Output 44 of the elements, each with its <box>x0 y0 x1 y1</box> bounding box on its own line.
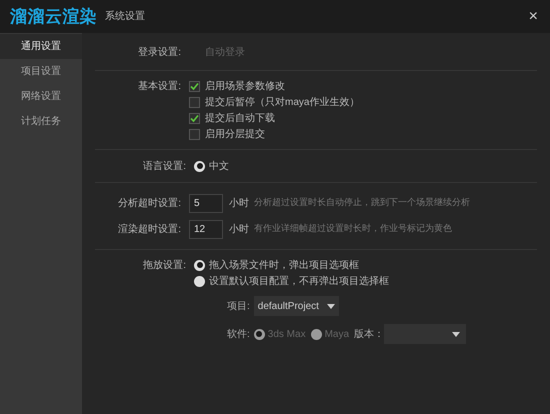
radio-button[interactable] <box>310 328 322 340</box>
checkbox[interactable] <box>189 128 200 140</box>
caret-icon <box>452 332 460 336</box>
radio-button[interactable] <box>254 328 265 340</box>
checkbox-label: 提交后自动下载 <box>205 112 275 126</box>
hint-text: 分析超过设置时长自动停止，跳到下一个场景继续分析 <box>254 196 470 210</box>
setting-label: 分析超时设置: <box>118 198 181 208</box>
app-logo: 溜溜云渲染 <box>10 6 98 28</box>
setting-label: 项目: <box>227 300 250 314</box>
setting-label: 软件: <box>227 328 250 342</box>
sidebar-item[interactable]: 通用设置 <box>0 34 82 59</box>
radio-label: 拖入场景文件时，弹出项目选项框 <box>209 258 359 272</box>
checkbox-label: 提交后暂停（只对maya作业生效） <box>205 96 360 110</box>
setting-label: 登录设置: <box>138 46 181 58</box>
sidebar-item[interactable]: 项目设置 <box>0 59 82 84</box>
hint-text: 有作业详细帧超过设置时长时，作业号标记为黄色 <box>254 222 452 236</box>
checkbox[interactable] <box>189 96 200 108</box>
project-dropdown[interactable]: defaultProject <box>254 296 339 316</box>
sidebar-item[interactable]: 网络设置 <box>0 84 82 109</box>
radio-label: 中文 <box>209 160 229 174</box>
setting-value: 自动登录 <box>205 46 245 60</box>
setting-label: 渲染超时设置: <box>118 224 181 234</box>
checkbox[interactable] <box>189 112 200 124</box>
setting-label: 拖放设置: <box>143 260 186 270</box>
radio-button[interactable] <box>194 260 205 270</box>
unit-label: 小时 <box>229 196 249 210</box>
radio-label: Maya <box>324 328 350 342</box>
input-field[interactable]: 12 <box>189 220 223 238</box>
checkbox[interactable] <box>189 80 200 92</box>
radio-label: 设置默认项目配置，不再弹出项目选择框 <box>209 274 389 288</box>
setting-label: 版本： <box>354 328 384 342</box>
radio-button[interactable] <box>194 276 205 286</box>
checkbox-label: 启用分层提交 <box>205 128 265 142</box>
unit-label: 小时 <box>229 222 249 236</box>
caret-icon <box>326 304 335 308</box>
sidebar-item[interactable]: 计划任务 <box>0 109 82 134</box>
window-title: 系统设置 <box>105 10 146 24</box>
setting-label: 基本设置: <box>138 80 181 92</box>
radio-button[interactable] <box>194 160 205 172</box>
checkbox-label: 启用场景参数修改 <box>205 80 285 94</box>
radio-label: 3ds Max <box>268 328 306 342</box>
input-field[interactable]: 5 <box>189 194 223 212</box>
setting-label: 语言设置: <box>143 160 186 172</box>
close-button[interactable]: × <box>528 8 538 24</box>
